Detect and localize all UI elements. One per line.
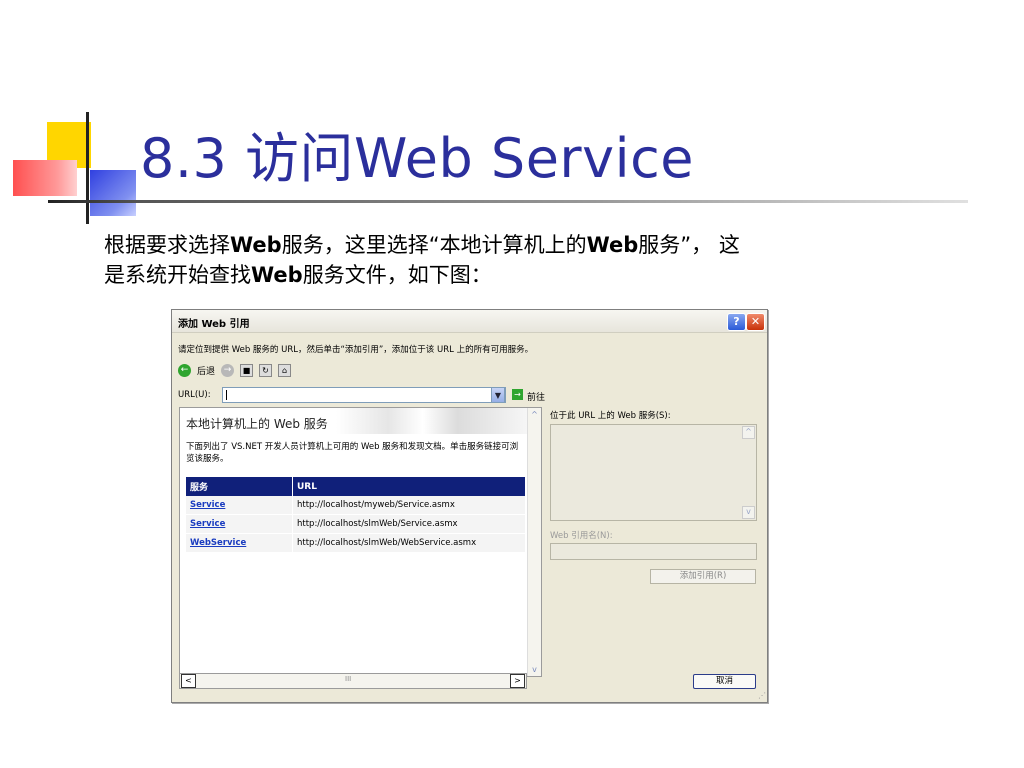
list-scroll-up-icon[interactable]: ^ (742, 426, 755, 439)
scroll-thumb-grip[interactable]: III (345, 675, 351, 683)
horizontal-scrollbar[interactable]: < III > (179, 673, 527, 689)
body-text: 服务，这里选择“本地计算机上的 (281, 233, 587, 257)
forward-arrow-icon[interactable]: → (221, 363, 235, 377)
list-scroll-down-icon[interactable]: v (742, 506, 755, 519)
available-services-label: 位于此 URL 上的 Web 服务(S): (550, 411, 671, 421)
back-arrow-icon[interactable]: ← (178, 363, 191, 377)
decor-blue-square (90, 170, 136, 216)
close-button[interactable]: ✕ (746, 313, 765, 331)
back-button-label[interactable]: 后退 (197, 364, 215, 377)
body-line-1: 根据要求选择Web服务，这里选择“本地计算机上的Web服务”， 这 (104, 230, 924, 260)
table-row: WebService http://localhost/slmWeb/WebSe… (186, 533, 526, 553)
url-label: URL(U): (178, 390, 211, 400)
body-text: 服务文件，如下图： (302, 263, 492, 287)
browser-pane: 本地计算机上的 Web 服务 下面列出了 VS.NET 开发人员计算机上可用的 … (179, 407, 542, 677)
go-button-label[interactable]: 前往 (527, 390, 545, 403)
help-button[interactable]: ? (727, 313, 746, 331)
body-line-2: 是系统开始查找Web服务文件，如下图： (104, 260, 924, 290)
decor-vertical-line (86, 112, 89, 224)
resize-grip-icon[interactable]: ⋰ (756, 691, 766, 701)
url-input[interactable] (222, 387, 506, 403)
scroll-down-arrow-icon[interactable]: v (528, 663, 541, 676)
vertical-scrollbar[interactable]: ^ v (527, 408, 541, 676)
dialog-title: 添加 Web 引用 (178, 319, 250, 330)
page-heading: 本地计算机上的 Web 服务 (186, 417, 328, 431)
add-reference-button[interactable]: 添加引用(R) (650, 569, 756, 584)
dialog-titlebar[interactable]: 添加 Web 引用 ? ✕ (172, 310, 767, 333)
instruction-text: 请定位到提供 Web 服务的 URL，然后单击“添加引用”，添加位于该 URL … (178, 345, 534, 355)
service-url: http://localhost/slmWeb/WebService.asmx (292, 533, 526, 553)
decor-red-bar (13, 160, 77, 196)
slide-title: 8.3 访问Web Service (140, 127, 695, 190)
slide-body: 根据要求选择Web服务，这里选择“本地计算机上的Web服务”， 这 是系统开始查… (104, 230, 924, 290)
body-text: 服务”， 这 (638, 233, 740, 257)
services-table: 服务 URL Service http://localhost/myweb/Se… (186, 477, 526, 553)
browser-toolbar: ← 后退 → ■ ↻ ⌂ (178, 362, 292, 378)
service-url: http://localhost/myweb/Service.asmx (292, 496, 526, 515)
body-text-bold: Web (251, 263, 303, 287)
page-description: 下面列出了 VS.NET 开发人员计算机上可用的 Web 服务和发现文档。单击服… (186, 442, 519, 464)
available-services-list[interactable]: ^ v (550, 424, 757, 521)
page-header-band: 本地计算机上的 Web 服务 (180, 408, 527, 434)
decor-horizontal-line (48, 200, 968, 203)
home-icon[interactable]: ⌂ (278, 363, 292, 377)
go-arrow-icon[interactable]: → (512, 389, 523, 400)
service-link[interactable]: WebService (186, 533, 293, 553)
body-text-bold: Web (230, 233, 282, 257)
url-dropdown-button[interactable]: ▼ (491, 387, 505, 403)
add-web-reference-dialog: 添加 Web 引用 ? ✕ 请定位到提供 Web 服务的 URL，然后单击“添加… (171, 309, 768, 703)
service-link[interactable]: Service (186, 514, 293, 534)
service-url: http://localhost/slmWeb/Service.asmx (292, 514, 526, 534)
cancel-button[interactable]: 取消 (693, 674, 756, 689)
web-reference-name-input[interactable] (550, 543, 757, 560)
scroll-right-arrow-icon[interactable]: > (510, 674, 525, 688)
web-reference-name-label: Web 引用名(N): (550, 531, 613, 541)
refresh-icon[interactable]: ↻ (259, 363, 273, 377)
body-text: 是系统开始查找 (104, 263, 251, 287)
scroll-left-arrow-icon[interactable]: < (181, 674, 196, 688)
body-text: 根据要求选择 (104, 233, 230, 257)
body-text-bold: Web (586, 233, 639, 257)
stop-icon[interactable]: ■ (240, 363, 254, 377)
service-link[interactable]: Service (186, 496, 293, 515)
table-row: Service http://localhost/myweb/Service.a… (186, 496, 526, 515)
text-caret (226, 390, 227, 400)
table-row: Service http://localhost/slmWeb/Service.… (186, 514, 526, 534)
scroll-up-arrow-icon[interactable]: ^ (528, 408, 541, 421)
column-header-service: 服务 (186, 477, 293, 496)
column-header-url: URL (292, 477, 526, 496)
